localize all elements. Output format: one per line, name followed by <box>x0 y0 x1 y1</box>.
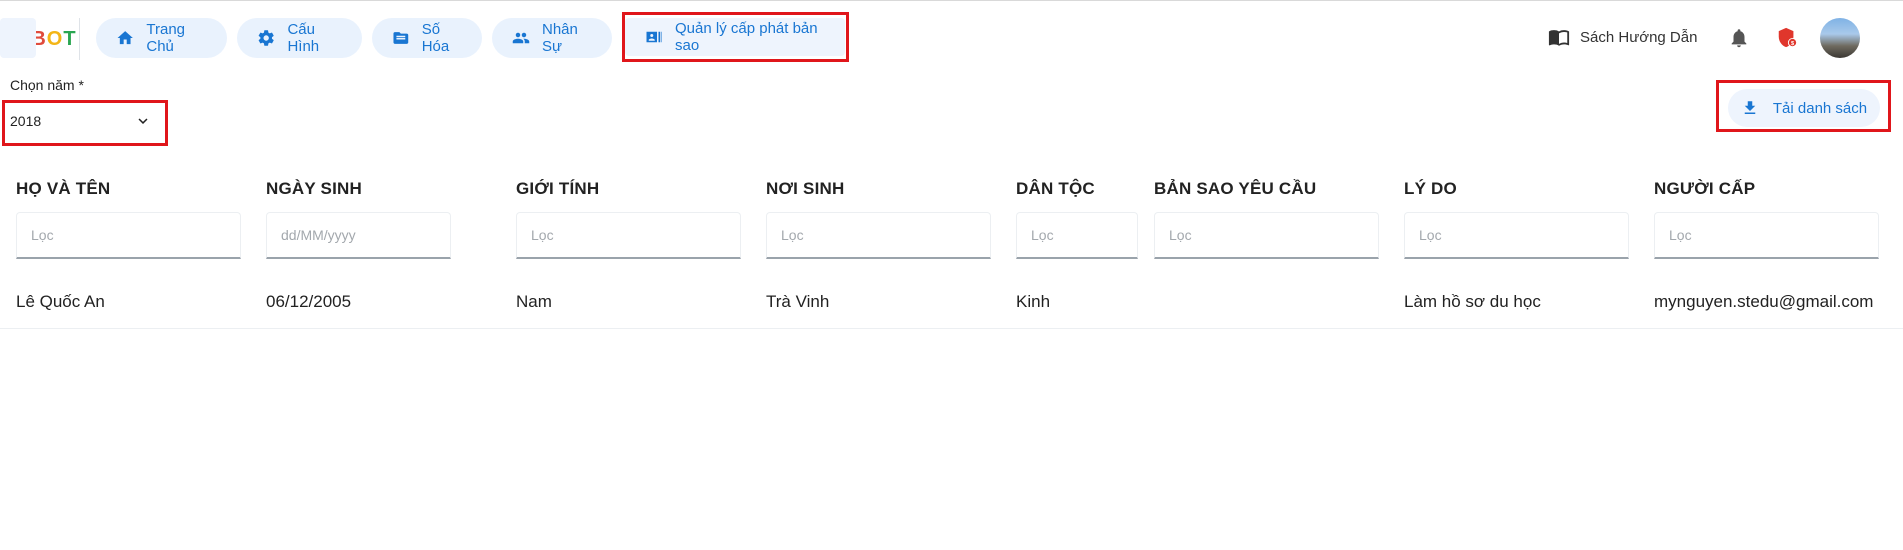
folder-icon <box>393 32 409 44</box>
col-header-ho-va-ten: HỌ VÀ TÊN <box>16 179 111 198</box>
security-shield-icon[interactable]: $ <box>1776 27 1798 49</box>
filter-ho-va-ten-input[interactable] <box>16 212 241 259</box>
highlight-box-download <box>1716 80 1891 132</box>
col-header-dan-toc: DÂN TỘC <box>1016 179 1095 198</box>
nav-cau-hinh[interactable]: Cấu Hình <box>237 18 362 58</box>
user-guide-link[interactable]: Sách Hướng Dẫn <box>1548 26 1697 48</box>
nav-so-hoa[interactable]: Số Hóa <box>372 18 482 58</box>
filter-ban-sao-yeu-cau-input[interactable] <box>1154 212 1379 259</box>
people-icon <box>512 32 530 44</box>
filter-noi-sinh-input[interactable] <box>766 212 991 259</box>
cell-ngay-sinh: 06/12/2005 <box>266 292 352 311</box>
home-icon <box>117 31 133 45</box>
filter-dan-toc-input[interactable] <box>1016 212 1138 259</box>
col-header-ban-sao-yeu-cau: BẢN SAO YÊU CẦU <box>1154 179 1317 198</box>
filter-nguoi-cap-input[interactable] <box>1654 212 1879 259</box>
user-avatar[interactable] <box>1820 18 1860 58</box>
cell-dan-toc: Kinh <box>1016 292 1051 311</box>
row-divider <box>0 328 1903 329</box>
cell-ly-do: Làm hồ sơ du học <box>1404 292 1541 311</box>
filter-gioi-tinh-input[interactable] <box>516 212 741 259</box>
filter-ngay-sinh-input[interactable] <box>266 212 451 259</box>
book-icon <box>1548 30 1570 46</box>
col-header-ly-do: LÝ DO <box>1404 179 1457 198</box>
col-header-ngay-sinh: NGÀY SINH <box>266 179 362 198</box>
cell-ho-va-ten: Lê Quốc An <box>16 292 105 311</box>
gear-icon <box>258 30 274 46</box>
notification-bell-icon[interactable] <box>1728 27 1750 49</box>
svg-text:$: $ <box>1791 41 1794 47</box>
highlight-box-year <box>2 100 168 146</box>
logo-divider <box>79 18 80 60</box>
col-header-gioi-tinh: GIỚI TÍNH <box>516 179 600 198</box>
year-select-label: Chọn năm * <box>10 77 84 93</box>
nav-trang-chu[interactable]: Trang Chủ <box>96 18 227 58</box>
highlight-box-nav <box>622 12 849 62</box>
cell-gioi-tinh: Nam <box>516 292 552 311</box>
cell-nguoi-cap: mynguyen.stedu@gmail.com <box>1654 292 1874 311</box>
col-header-nguoi-cap: NGƯỜI CẤP <box>1654 179 1756 198</box>
filter-ly-do-input[interactable] <box>1404 212 1629 259</box>
col-header-noi-sinh: NƠI SINH <box>766 179 845 198</box>
nav-nhan-su[interactable]: Nhân Sự <box>492 18 612 58</box>
cell-noi-sinh: Trà Vinh <box>766 292 830 311</box>
